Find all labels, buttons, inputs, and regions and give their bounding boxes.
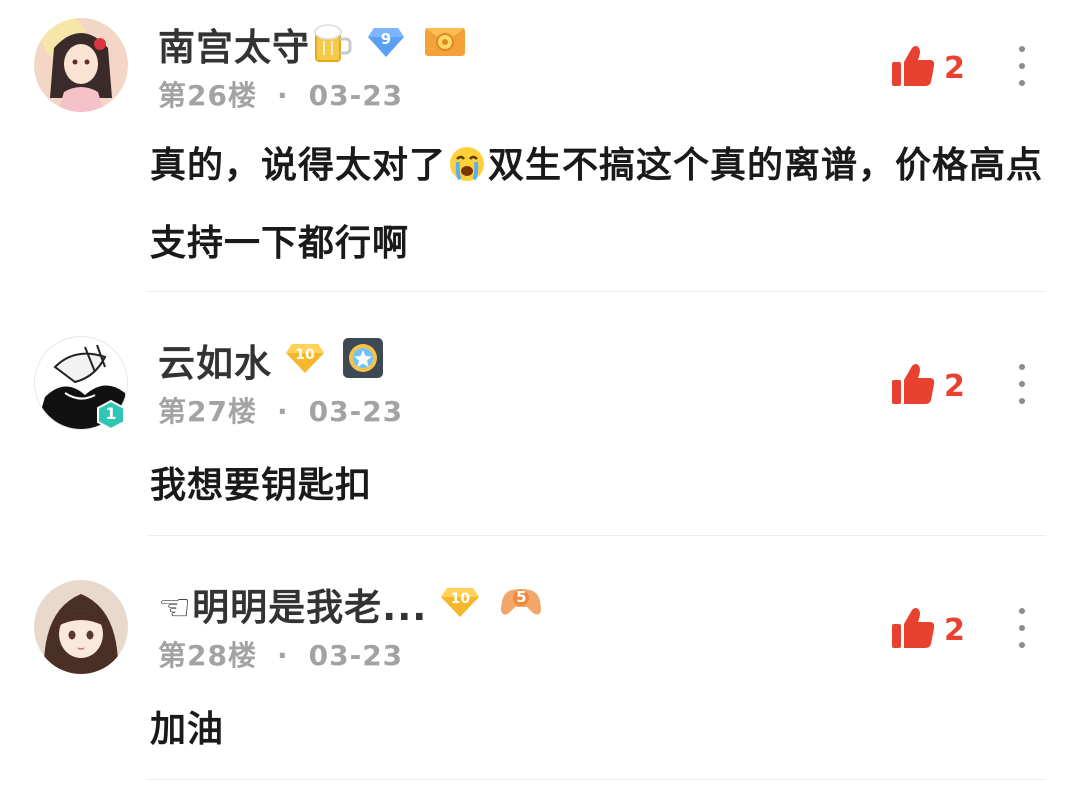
post-meta: 第27楼 · 03-23	[158, 390, 403, 430]
like-button[interactable]: 2	[890, 44, 965, 92]
like-button[interactable]: 2	[890, 606, 965, 654]
name-row: ☜明明是我老... 10 5	[158, 578, 543, 630]
comment-content: 加油	[150, 709, 225, 750]
thumbs-up-icon	[890, 362, 936, 410]
meta-separator: ·	[276, 79, 289, 112]
like-count: 2	[944, 368, 965, 404]
meta-separator: ·	[276, 639, 289, 672]
name-row: 南宫太守 9	[158, 18, 466, 70]
username[interactable]: ☜明明是我老...	[158, 577, 427, 631]
post-date: 03-23	[308, 79, 404, 112]
floor-number: 第26楼	[158, 79, 257, 112]
comment-item: 南宫太守 9 第26楼 · 03-23 2 真的，说得太对了 双生不搞这个真的离…	[0, 0, 1080, 292]
post-date: 03-23	[308, 639, 404, 672]
like-count: 2	[944, 50, 965, 86]
comment-content: 真的，说得太对了 双生不搞这个真的离谱，价格高点支持一下都行啊	[150, 130, 1050, 280]
avatar-level-number: 1	[105, 404, 117, 423]
meta-separator: ·	[276, 395, 289, 428]
gamepad-badge-icon: 5	[499, 585, 543, 623]
post-date: 03-23	[308, 395, 404, 428]
name-row: 云如水 10	[158, 334, 384, 386]
more-dots-icon[interactable]	[1012, 46, 1032, 86]
level-number: 9	[380, 30, 392, 48]
comment-item: 1 云如水 10 第27楼 · 03-23 2 我想要钥匙扣	[0, 292, 1080, 536]
gold-medal-icon	[424, 26, 466, 62]
like-count: 2	[944, 612, 965, 648]
blue-diamond-level-icon: 9	[366, 24, 406, 64]
crying-emoji-icon	[448, 136, 486, 208]
username[interactable]: 南宫太守	[158, 17, 310, 71]
divider	[148, 779, 1046, 780]
more-dots-icon[interactable]	[1012, 608, 1032, 648]
level-number: 10	[450, 591, 471, 607]
floor-number: 第28楼	[158, 639, 257, 672]
avatar-level-badge: 1	[96, 399, 126, 431]
post-meta: 第26楼 · 03-23	[158, 74, 403, 114]
comment-item: ☜明明是我老... 10 5 第28楼 · 03-23 2 加油	[0, 536, 1080, 786]
thumbs-up-icon	[890, 44, 936, 92]
avatar[interactable]	[34, 18, 128, 112]
beer-icon	[312, 21, 352, 67]
gold-diamond-level-icon: 10	[284, 340, 326, 380]
gold-diamond-level-icon: 10	[439, 584, 481, 624]
more-dots-icon[interactable]	[1012, 364, 1032, 404]
username[interactable]: 云如水	[158, 333, 272, 387]
gamepad-level-number: 5	[516, 588, 527, 606]
post-meta: 第28楼 · 03-23	[158, 634, 403, 674]
comment-content: 我想要钥匙扣	[150, 465, 373, 506]
comment-list: 南宫太守 9 第26楼 · 03-23 2 真的，说得太对了 双生不搞这个真的离…	[0, 0, 1080, 786]
star-medal-icon	[342, 337, 384, 383]
thumbs-up-icon	[890, 606, 936, 654]
floor-number: 第27楼	[158, 395, 257, 428]
level-number: 10	[295, 347, 315, 363]
avatar[interactable]: 1	[34, 336, 128, 431]
content-text: 真的，说得太对了	[150, 145, 447, 186]
like-button[interactable]: 2	[890, 362, 965, 410]
avatar[interactable]	[34, 580, 128, 674]
